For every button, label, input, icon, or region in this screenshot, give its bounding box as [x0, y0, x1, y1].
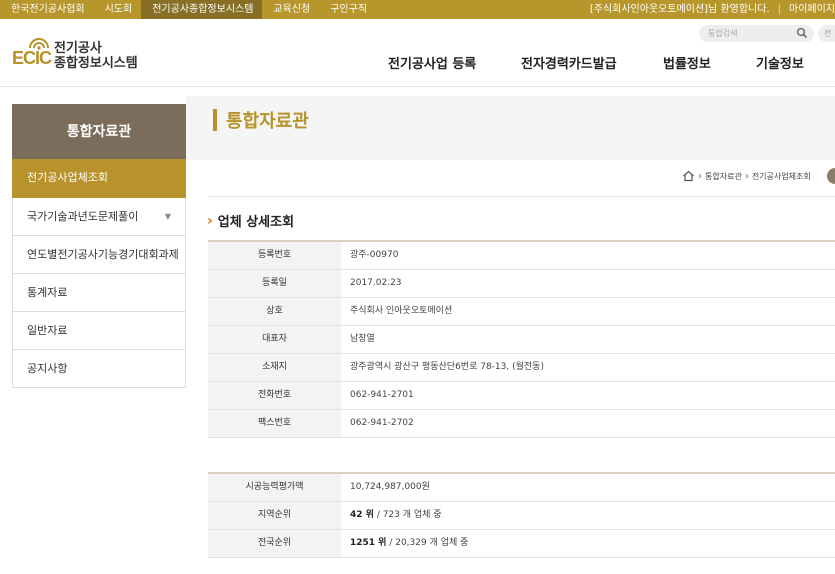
table-row: 소재지 광주광역시 광산구 평동산단6번로 78-13, (월전동): [208, 354, 835, 382]
breadcrumb-divider: [208, 196, 835, 197]
sidebar-item-label: 연도별전기공사기능경기대회과제: [27, 248, 179, 261]
home-icon[interactable]: [682, 170, 695, 182]
sidebar-item-exam-questions[interactable]: 국가기술과년도문제풀이 ▼: [12, 198, 186, 236]
rank-value: 1251 위: [350, 538, 387, 548]
sidebar-item-company-search[interactable]: 전기공사업체조회: [12, 159, 186, 198]
field-value: 남창열: [350, 334, 375, 344]
sidebar-item-label: 공지사항: [27, 362, 68, 375]
field-label: 시공능력평가액: [208, 474, 341, 501]
table-row: 지역순위 42 위 / 723 개 업체 중: [208, 502, 835, 530]
field-label: 소재지: [208, 354, 341, 381]
breadcrumb-item: 전기공사업체조회: [751, 171, 811, 181]
table-row: 팩스번호 062-941-2702: [208, 410, 835, 438]
divider: |: [777, 4, 781, 15]
breadcrumb: › 통합자료관 › 전기공사업체조회: [682, 170, 811, 182]
nav-item-law[interactable]: 법률정보: [663, 53, 711, 72]
field-label: 대표자: [208, 326, 341, 353]
breadcrumb-item[interactable]: 통합자료관: [705, 171, 742, 182]
section-title: 업체 상세조회: [217, 215, 295, 230]
table-row: 대표자 남창열: [208, 326, 835, 354]
search-input[interactable]: 통합검색: [699, 25, 814, 42]
capacity-table: 시공능력평가액 10,724,987,000원 지역순위 42 위 / 723 …: [208, 472, 835, 558]
field-value: 광주-00970: [350, 250, 399, 260]
sidebar-item-label: 국가기술과년도문제풀이: [27, 210, 139, 223]
rank-total: / 723 개 업체 중: [373, 510, 442, 520]
field-value: 42 위 / 723 개 업체 중: [350, 502, 442, 529]
secondary-button[interactable]: 전: [818, 25, 835, 42]
field-label: 등록번호: [208, 242, 341, 269]
top-link-regional[interactable]: 시도회: [94, 0, 142, 19]
field-value: 광주광역시 광산구 평동산단6번로 78-13, (월전동): [350, 362, 544, 372]
top-utility-bar: 한국전기공사협회 시도회 전기공사종합정보시스템 교육신청 구인구직 [주식회사…: [0, 0, 835, 19]
chevron-down-icon: ▼: [164, 212, 171, 221]
header-divider: [0, 86, 835, 87]
field-value: 1251 위 / 20,329 개 업체 중: [350, 530, 468, 557]
print-button[interactable]: [827, 168, 835, 184]
field-value: 062-941-2702: [350, 418, 414, 428]
field-value: 주식회사 인아웃오토메이션: [350, 306, 453, 316]
sidebar-item-general-data[interactable]: 일반자료: [12, 312, 186, 350]
company-detail-table: 등록번호 광주-00970 등록일 2017.02.23 상호 주식회사 인아웃…: [208, 240, 835, 438]
rank-value: 42 위: [350, 510, 374, 520]
nav-item-career-card[interactable]: 전자경력카드발급: [521, 53, 617, 72]
search-placeholder: 통합검색: [708, 29, 738, 38]
sidebar-menu: 전기공사업체조회 국가기술과년도문제풀이 ▼ 연도별전기공사기능경기대회과제 통…: [12, 159, 186, 388]
top-links: 한국전기공사협회 시도회 전기공사종합정보시스템 교육신청 구인구직: [0, 0, 376, 19]
site-header: ECIC 전기공사 종합정보시스템 통합검색 전 전기공사업 등록 전자경력카드…: [0, 19, 835, 86]
top-link-kecia[interactable]: 한국전기공사협회: [0, 0, 94, 19]
field-label: 전화번호: [208, 382, 341, 409]
field-label: 팩스번호: [208, 410, 341, 437]
field-label: 지역순위: [208, 502, 341, 529]
table-row: 전화번호 062-941-2701: [208, 382, 835, 410]
chevron-right-icon: ›: [207, 212, 213, 229]
sidebar-item-label: 일반자료: [27, 324, 68, 337]
title-accent-bar: [213, 109, 217, 131]
table-row: 시공능력평가액 10,724,987,000원: [208, 474, 835, 502]
site-logo[interactable]: ECIC 전기공사 종합정보시스템: [12, 36, 162, 72]
page-title: 통합자료관: [226, 111, 309, 132]
nav-item-tech[interactable]: 기술정보: [756, 53, 804, 72]
welcome-text: [주식회사인아웃오토메이션]님 환영합니다.: [589, 4, 770, 15]
rank-total: / 20,329 개 업체 중: [386, 538, 469, 548]
field-value: 10,724,987,000원: [350, 482, 430, 492]
sidebar-item-label: 전기공사업체조회: [27, 171, 108, 184]
logo-line-2: 종합정보시스템: [54, 56, 138, 71]
section-heading: › 업체 상세조회: [207, 211, 295, 231]
nav-item-registration[interactable]: 전기공사업 등록: [388, 53, 476, 72]
top-link-jobs[interactable]: 구인구직: [319, 0, 376, 19]
mypage-link[interactable]: 마이페이지: [789, 0, 835, 19]
table-row: 등록일 2017.02.23: [208, 270, 835, 298]
field-value: 062-941-2701: [350, 390, 414, 400]
sidebar-item-skills-contest[interactable]: 연도별전기공사기능경기대회과제: [12, 236, 186, 274]
breadcrumb-separator: ›: [744, 170, 749, 182]
page-title-band: 통합자료관: [186, 96, 835, 160]
sidebar-item-notices[interactable]: 공지사항: [12, 350, 186, 388]
field-value: 2017.02.23: [350, 278, 402, 288]
logo-mark: ECIC: [12, 48, 52, 68]
table-row: 상호 주식회사 인아웃오토메이션: [208, 298, 835, 326]
sidebar-title: 통합자료관: [12, 104, 186, 159]
top-link-education[interactable]: 교육신청: [262, 0, 319, 19]
user-area: [주식회사인아웃오토메이션]님 환영합니다. | 마이페이지: [590, 0, 835, 19]
breadcrumb-separator: ›: [698, 170, 702, 182]
field-label: 등록일: [208, 270, 341, 297]
top-link-ecic[interactable]: 전기공사종합정보시스템: [141, 0, 263, 19]
search-icon[interactable]: [796, 27, 808, 39]
sidebar-item-statistics[interactable]: 통계자료: [12, 274, 186, 312]
sidebar-item-label: 통계자료: [27, 286, 68, 299]
table-row: 등록번호 광주-00970: [208, 242, 835, 270]
field-label: 상호: [208, 298, 341, 325]
field-label: 전국순위: [208, 530, 341, 557]
table-row: 전국순위 1251 위 / 20,329 개 업체 중: [208, 530, 835, 558]
